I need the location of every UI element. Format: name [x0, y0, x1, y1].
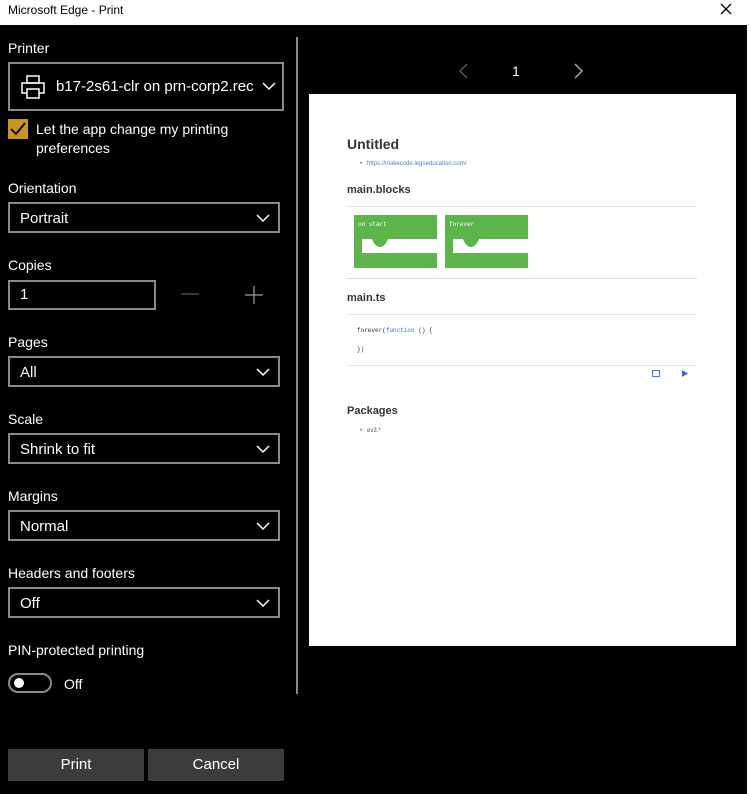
orientation-select[interactable]: Portrait [8, 202, 280, 233]
scale-value: Shrink to fit [20, 441, 96, 458]
chevron-down-icon [256, 522, 270, 531]
bullet-icon: • [360, 161, 363, 167]
print-button[interactable]: Print [8, 749, 144, 781]
code-line: forever(function () { [357, 327, 433, 334]
packages-heading: Packages [347, 405, 398, 417]
pin-toggle[interactable] [8, 673, 52, 693]
minus-icon[interactable] [180, 286, 200, 302]
chevron-down-icon [256, 214, 270, 223]
package-item: ev3.* [367, 428, 381, 434]
doc-link: https://makecode.legoeducation.com/ [367, 161, 467, 167]
margins-select[interactable]: Normal [8, 510, 280, 541]
window-edge [747, 25, 751, 794]
page-number: 1 [512, 63, 520, 79]
chevron-down-icon [256, 368, 270, 377]
plus-icon[interactable] [244, 285, 264, 305]
code-token: forever( [357, 327, 386, 334]
play-icon [682, 370, 688, 377]
edit-icon [652, 370, 660, 377]
scale-label: Scale [8, 411, 44, 427]
settings-scrollbar[interactable] [296, 37, 298, 694]
pages-label: Pages [8, 334, 48, 350]
forever-block: forever [445, 215, 528, 268]
code-keyword: function [385, 327, 415, 334]
headers-footers-value: Off [20, 595, 40, 612]
close-icon[interactable] [716, 0, 736, 20]
blocks-area: on start forever [347, 206, 697, 279]
bullet-icon: • [360, 428, 363, 434]
chevron-down-icon [262, 82, 276, 91]
toggle-knob [14, 678, 24, 688]
code-line: }) [357, 346, 365, 353]
title-bar: Microsoft Edge - Print [0, 0, 751, 25]
cancel-button[interactable]: Cancel [148, 749, 284, 781]
copies-label: Copies [8, 257, 52, 273]
preview-page: Untitled • https://makecode.legoeducatio… [309, 94, 736, 646]
doc-title: Untitled [347, 136, 400, 152]
pages-value: All [20, 364, 37, 381]
printer-value: b17-2s61-clr on prn-corp2.rec [56, 78, 254, 95]
pin-label: PIN-protected printing [8, 642, 145, 658]
app-pref-label: Let the app change my printing preferenc… [36, 121, 229, 156]
printer-icon [21, 75, 45, 99]
printer-select[interactable]: b17-2s61-clr on prn-corp2.rec [8, 62, 284, 111]
ts-heading: main.ts [347, 292, 386, 304]
chevron-right-icon[interactable] [570, 62, 586, 80]
scale-select[interactable]: Shrink to fit [8, 433, 280, 464]
code-token: () { [414, 327, 433, 334]
block-notch-icon [362, 239, 437, 253]
code-area: forever(function () { }) [347, 314, 697, 366]
blocks-heading: main.blocks [347, 184, 411, 196]
margins-value: Normal [20, 518, 69, 535]
copies-input[interactable] [20, 286, 140, 303]
app-pref-checkbox[interactable] [8, 119, 28, 139]
window-title: Microsoft Edge - Print [8, 3, 124, 17]
copies-field[interactable] [8, 280, 156, 310]
chevron-down-icon [256, 599, 270, 608]
checkmark-icon [10, 122, 26, 136]
printer-label: Printer [8, 40, 50, 56]
chevron-left-icon[interactable] [456, 62, 472, 80]
orientation-value: Portrait [20, 210, 69, 227]
on-start-block: on start [354, 215, 437, 268]
pages-select[interactable]: All [8, 356, 280, 387]
pin-state: Off [64, 676, 83, 692]
orientation-label: Orientation [8, 180, 77, 196]
headers-footers-select[interactable]: Off [8, 587, 280, 618]
headers-footers-label: Headers and footers [8, 565, 135, 581]
chevron-down-icon [256, 445, 270, 454]
block-notch-icon [453, 239, 528, 253]
margins-label: Margins [8, 488, 58, 504]
